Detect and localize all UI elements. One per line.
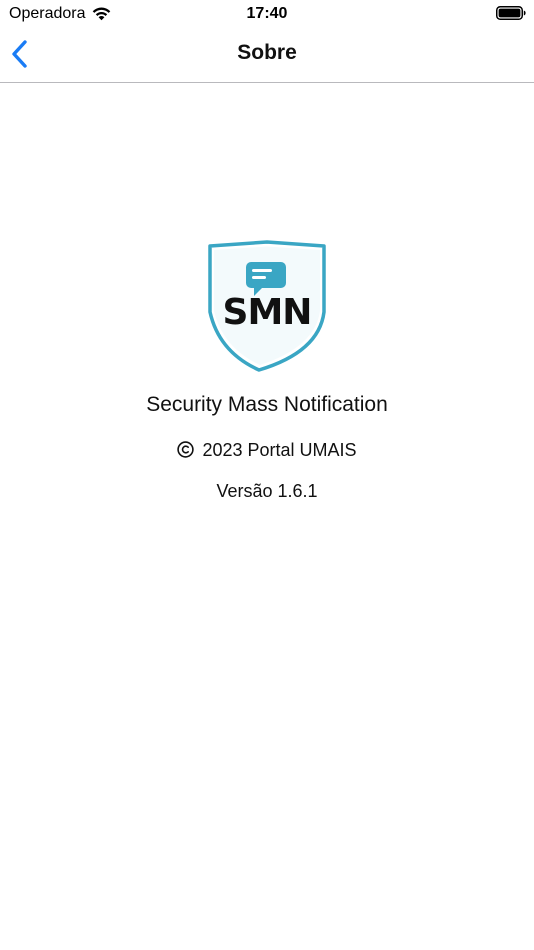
clock: 17:40 <box>246 5 288 22</box>
navigation-bar: Sobre <box>0 28 534 83</box>
svg-text:SMN: SMN <box>223 292 312 333</box>
page-title: Sobre <box>237 41 297 64</box>
app-name: Security Mass Notification <box>146 393 388 416</box>
copyright-text: 2023 Portal UMAIS <box>202 440 357 460</box>
version-label: Versão 1.6.1 <box>216 481 318 501</box>
shield-chat-logo: SMN <box>208 240 326 372</box>
battery-icon <box>496 6 526 20</box>
chat-bubble-icon <box>246 262 286 288</box>
status-bar: Operadora 17:40 <box>0 0 534 28</box>
copyright-row: 2023 Portal UMAIS <box>0 440 534 461</box>
copyright-icon <box>177 441 195 458</box>
